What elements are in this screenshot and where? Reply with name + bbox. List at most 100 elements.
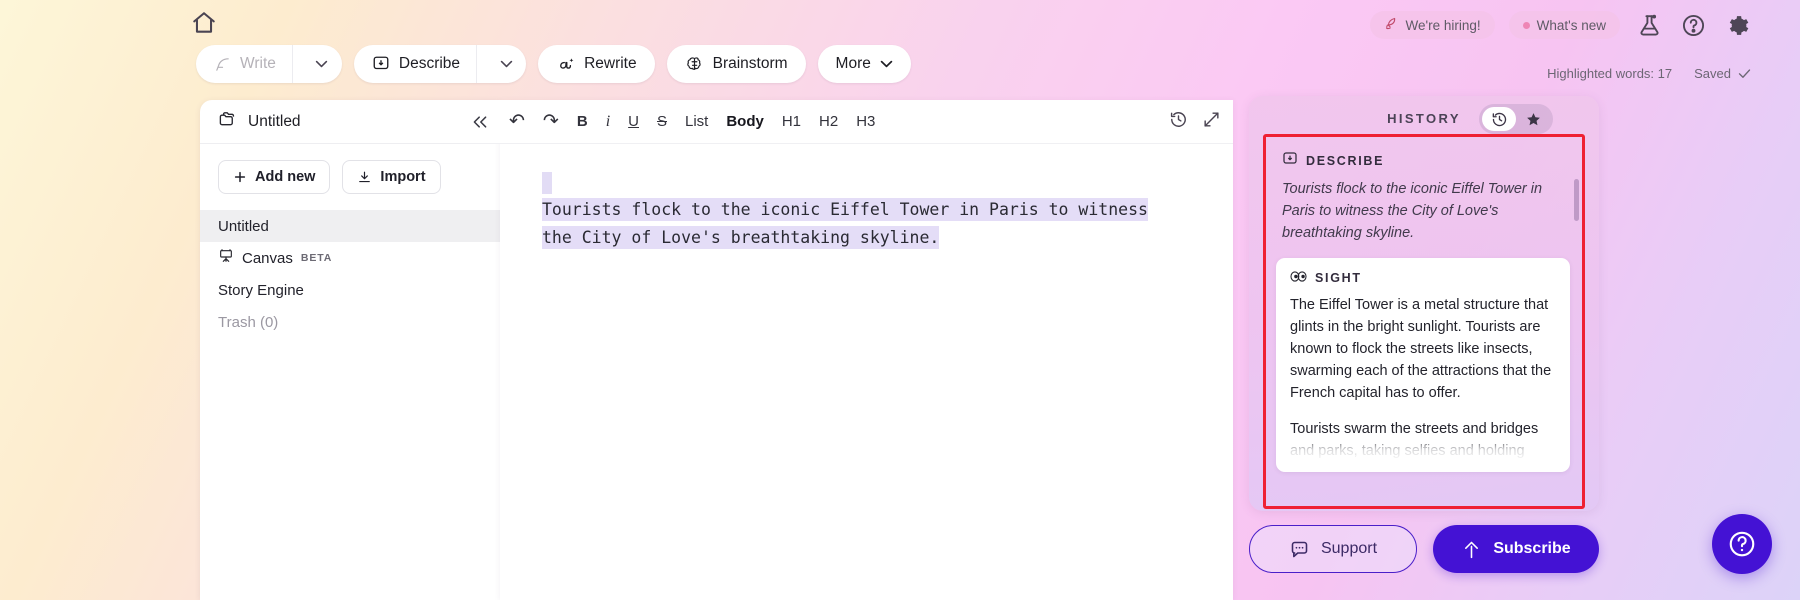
heading-3-button[interactable]: H3 [847,100,884,144]
history-entries-highlight-box: DESCRIBE Tourists flock to the iconic Ei… [1263,134,1585,509]
describe-tool-label: Describe [398,55,461,72]
sidebar-header: Untitled [200,100,500,144]
sidebar-item-label: Story Engine [218,281,304,299]
write-tool-label: Write [240,55,276,72]
folder-icon [218,110,237,134]
history-entry-sight[interactable]: SIGHT The Eiffel Tower is a metal struct… [1276,258,1570,472]
sidebar-actions: Add new Import [200,144,500,208]
sidebar-item-label: Untitled [218,217,269,235]
rewrite-icon [556,56,575,73]
underline-button[interactable]: U [619,100,648,144]
subscribe-label: Subscribe [1493,540,1571,557]
support-label: Support [1320,540,1378,557]
support-button[interactable]: Support [1249,525,1417,573]
collapse-left-icon [473,115,487,128]
star-icon[interactable] [1516,107,1550,131]
import-icon [359,171,371,182]
body-style-button[interactable]: Body [717,100,773,144]
chat-help-bubble-button[interactable] [1712,514,1772,574]
history-panel-title: HISTORY [1387,110,1461,126]
heading-2-button[interactable]: H2 [810,100,847,144]
history-entry-label: SIGHT [1315,271,1362,285]
history-scrollbar[interactable] [1574,179,1579,221]
describe-icon [1282,151,1298,170]
sidebar-item-label: Canvas [242,249,293,267]
history-entry-body: The Eiffel Tower is a metal structure th… [1290,297,1552,401]
sidebar-item-story-engine[interactable]: Story Engine [200,274,500,306]
saved-label: Saved [1694,66,1731,81]
editor-toolbar-right [1169,100,1221,144]
gear-icon[interactable] [1722,10,1752,40]
sidebar-folder-title: Untitled [248,112,301,130]
beta-badge: BETA [300,252,333,264]
panel-footer: Support Subscribe [1249,525,1599,573]
brainstorm-tool-button[interactable]: Brainstorm [666,45,806,83]
collapse-sidebar-button[interactable] [460,100,500,144]
import-button[interactable]: Import [342,160,441,194]
easel-icon [218,248,234,268]
history-clock-icon[interactable] [1482,107,1516,131]
brain-icon [685,55,704,74]
describe-tool-main[interactable]: Describe [354,45,478,83]
history-entry-header: DESCRIBE [1282,151,1562,170]
chat-help-icon [1729,531,1755,557]
describe-tool-button[interactable]: Describe [353,45,527,83]
hiring-chip-label: We're hiring! [1405,17,1481,33]
subscribe-button[interactable]: Subscribe [1433,525,1599,573]
rewrite-tool-button[interactable]: Rewrite [538,45,655,83]
hiring-chip[interactable]: We're hiring! [1369,11,1495,39]
top-right-actions: We're hiring! What's new [1369,10,1752,40]
rocket-icon [1384,16,1399,34]
write-tool-main[interactable]: Write [196,45,293,83]
sidebar-item-trash[interactable]: Trash (0) [200,306,500,338]
history-entry-body: Tourists flock to the iconic Eiffel Towe… [1282,181,1543,241]
new-indicator-dot [1522,21,1530,29]
editor-body[interactable]: Tourists flock to the iconic Eiffel Towe… [500,144,1233,252]
describe-dropdown-caret[interactable] [486,45,526,83]
help-circle-icon[interactable] [1678,10,1708,40]
ai-tools-toolbar: Write Describe Rewrite Brainstorm More [196,45,911,83]
history-entry-label: DESCRIBE [1306,153,1385,168]
editor-status-line: Highlighted words: 17 Saved [1547,66,1752,81]
editor-card: ↶ ↷ B i U S List Body H1 H2 H3 Tourists … [460,100,1233,600]
chevron-down-icon [880,60,893,68]
redo-button[interactable]: ↷ [534,100,568,144]
document-list: Untitled Canvas BETA Story Engine Trash … [200,208,500,338]
write-dropdown-caret[interactable] [302,45,342,83]
italic-button[interactable]: i [597,100,619,144]
sidebar-item-untitled[interactable]: Untitled [200,210,500,242]
history-entry-header: SIGHT [1290,270,1556,286]
sidebar-item-label: Trash (0) [218,313,279,331]
strikethrough-button[interactable]: S [648,100,676,144]
list-button[interactable]: List [676,100,717,144]
home-icon[interactable] [186,6,222,40]
upgrade-arrow-icon [1465,541,1479,558]
editor-toolbar: ↶ ↷ B i U S List Body H1 H2 H3 [500,100,1233,144]
history-favorites-toggle[interactable] [1479,104,1553,134]
history-entry-body-continued: Tourists swarm the streets and bridges a… [1290,421,1539,459]
document-sidebar: Untitled Add new Import Untitled Canvas … [200,100,500,600]
add-new-button[interactable]: Add new [218,160,331,194]
check-icon [1738,69,1751,78]
whats-new-chip[interactable]: What's new [1508,11,1620,39]
history-entries-scroll[interactable]: DESCRIBE Tourists flock to the iconic Ei… [1266,137,1582,506]
expand-icon[interactable] [1202,110,1221,134]
history-clock-icon[interactable] [1169,110,1188,134]
history-entry-describe[interactable]: DESCRIBE Tourists flock to the iconic Ei… [1276,147,1570,258]
bold-button[interactable]: B [568,100,597,144]
add-new-label: Add new [255,169,316,185]
feather-icon [214,56,231,73]
sidebar-item-canvas[interactable]: Canvas BETA [200,242,500,274]
text-cursor-block [542,172,552,194]
import-label: Import [380,169,426,185]
highlighted-words-count: Highlighted words: 17 [1547,66,1673,81]
rewrite-tool-label: Rewrite [584,55,637,72]
plus-icon [234,171,246,183]
flask-icon[interactable] [1634,10,1664,40]
more-tools-button[interactable]: More [817,45,911,83]
write-tool-button[interactable]: Write [196,45,342,83]
describe-icon [372,55,390,73]
heading-1-button[interactable]: H1 [773,100,810,144]
document-text[interactable]: Tourists flock to the iconic Eiffel Towe… [542,196,1187,252]
undo-button[interactable]: ↶ [500,100,534,144]
